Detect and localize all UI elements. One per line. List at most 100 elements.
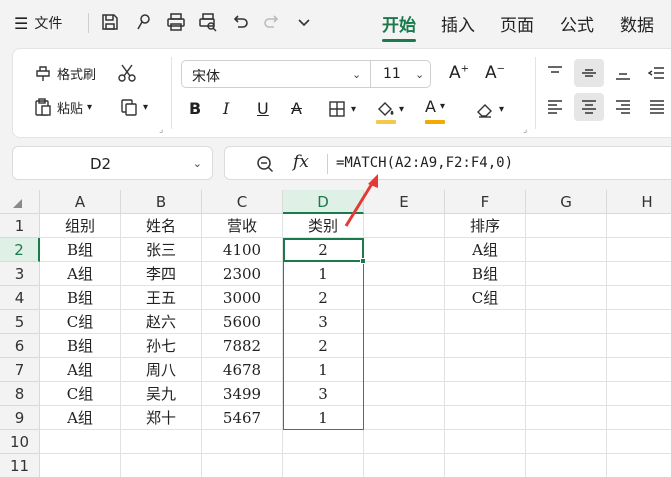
cell-h10[interactable] xyxy=(607,430,671,454)
cell-g5[interactable] xyxy=(526,310,607,334)
file-menu-button[interactable]: ☰ 文件 xyxy=(14,12,62,34)
row-header-9[interactable]: 9 xyxy=(0,406,40,430)
cell-b1[interactable]: 姓名 xyxy=(121,214,202,238)
cell-a1[interactable]: 组别 xyxy=(40,214,121,238)
cell-a9[interactable]: A组 xyxy=(40,406,121,430)
cell-d9[interactable]: 1 xyxy=(283,406,364,430)
font-color-button[interactable]: A ▾ xyxy=(425,97,445,116)
chevron-down-icon[interactable]: ⌄ xyxy=(193,157,202,170)
col-header-b[interactable]: B xyxy=(121,190,202,214)
cell-g8[interactable] xyxy=(526,382,607,406)
cell-f11[interactable] xyxy=(445,454,526,477)
tab-home[interactable]: 开始 xyxy=(382,11,416,36)
cell-f10[interactable] xyxy=(445,430,526,454)
align-right-button[interactable] xyxy=(613,97,633,117)
cell-e10[interactable] xyxy=(364,430,445,454)
cell-f4[interactable]: C组 xyxy=(445,286,526,310)
cell-f8[interactable] xyxy=(445,382,526,406)
cell-h11[interactable] xyxy=(607,454,671,477)
tab-data[interactable]: 数据 xyxy=(620,11,654,36)
indent-button[interactable] xyxy=(647,63,667,83)
cell-a7[interactable]: A组 xyxy=(40,358,121,382)
chevron-down-icon[interactable]: ⌄ xyxy=(415,68,424,81)
fill-color-button[interactable]: ▾ xyxy=(375,99,404,119)
cell-d11[interactable] xyxy=(283,454,364,477)
cell-h6[interactable] xyxy=(607,334,671,358)
row-header-5[interactable]: 5 xyxy=(0,310,40,334)
cell-h7[interactable] xyxy=(607,358,671,382)
cell-a4[interactable]: B组 xyxy=(40,286,121,310)
chevron-down-icon[interactable] xyxy=(294,12,314,32)
row-header-3[interactable]: 3 xyxy=(0,262,40,286)
formula-input[interactable]: =MATCH(A2:A9,F2:F4,0) xyxy=(336,155,513,171)
cell-h4[interactable] xyxy=(607,286,671,310)
col-header-a[interactable]: A xyxy=(40,190,121,214)
col-header-c[interactable]: C xyxy=(202,190,283,214)
cell-a5[interactable]: C组 xyxy=(40,310,121,334)
cell-f6[interactable] xyxy=(445,334,526,358)
cell-b11[interactable] xyxy=(121,454,202,477)
chevron-down-icon[interactable]: ⌄ xyxy=(352,68,361,81)
cell-c5[interactable]: 5600 xyxy=(202,310,283,334)
select-all-corner[interactable] xyxy=(0,190,40,214)
cell-b2[interactable]: 张三 xyxy=(121,238,202,262)
row-header-4[interactable]: 4 xyxy=(0,286,40,310)
align-bottom-button[interactable] xyxy=(613,63,633,83)
col-header-f[interactable]: F xyxy=(445,190,526,214)
cell-h3[interactable] xyxy=(607,262,671,286)
cell-g3[interactable] xyxy=(526,262,607,286)
row-header-2[interactable]: 2 xyxy=(0,238,40,262)
cell-a11[interactable] xyxy=(40,454,121,477)
cell-g10[interactable] xyxy=(526,430,607,454)
cell-e7[interactable] xyxy=(364,358,445,382)
cell-b3[interactable]: 李四 xyxy=(121,262,202,286)
tab-formula[interactable]: 公式 xyxy=(560,11,594,36)
justify-button[interactable] xyxy=(647,97,667,117)
font-selector[interactable]: 宋体 ⌄ 11 ⌄ xyxy=(181,60,431,88)
row-header-11[interactable]: 11 xyxy=(0,454,40,477)
cell-c7[interactable]: 4678 xyxy=(202,358,283,382)
cell-b8[interactable]: 吴九 xyxy=(121,382,202,406)
cell-g2[interactable] xyxy=(526,238,607,262)
cut-button[interactable] xyxy=(117,63,137,83)
format-painter-button[interactable]: 格式刷 xyxy=(33,63,96,83)
align-top-button[interactable] xyxy=(545,63,565,83)
print-icon[interactable] xyxy=(166,12,186,32)
cell-c8[interactable]: 3499 xyxy=(202,382,283,406)
col-header-g[interactable]: G xyxy=(526,190,607,214)
cell-c4[interactable]: 3000 xyxy=(202,286,283,310)
tab-page[interactable]: 页面 xyxy=(500,11,534,36)
cell-h5[interactable] xyxy=(607,310,671,334)
cell-e8[interactable] xyxy=(364,382,445,406)
cell-d3[interactable]: 1 xyxy=(283,262,364,286)
paste-button[interactable]: 粘贴 ▾ xyxy=(33,97,92,117)
bold-button[interactable]: B xyxy=(189,99,201,118)
cell-f9[interactable] xyxy=(445,406,526,430)
cell-g7[interactable] xyxy=(526,358,607,382)
sheet-grid[interactable]: A B C D E F G H 1 组别 姓名 营收 类别 排序 2 B组 张三 4100 2 A组 3 A组 李四 2300… xyxy=(0,190,671,477)
cell-f5[interactable] xyxy=(445,310,526,334)
cell-c10[interactable] xyxy=(202,430,283,454)
cell-c2[interactable]: 4100 xyxy=(202,238,283,262)
print-preview-icon[interactable] xyxy=(198,12,218,32)
font-launcher-icon[interactable]: ⌟ xyxy=(523,125,527,135)
align-left-button[interactable] xyxy=(545,97,565,117)
cell-f1[interactable]: 排序 xyxy=(445,214,526,238)
undo-icon[interactable] xyxy=(230,12,250,32)
cell-d7[interactable]: 1 xyxy=(283,358,364,382)
italic-button[interactable]: I xyxy=(223,99,229,118)
row-header-10[interactable]: 10 xyxy=(0,430,40,454)
cell-f7[interactable] xyxy=(445,358,526,382)
borders-button[interactable]: ▾ xyxy=(327,99,356,119)
cell-d5[interactable]: 3 xyxy=(283,310,364,334)
row-header-6[interactable]: 6 xyxy=(0,334,40,358)
format-brush-icon[interactable] xyxy=(134,12,154,32)
underline-button[interactable]: U xyxy=(257,99,269,118)
cell-c1[interactable]: 营收 xyxy=(202,214,283,238)
cell-f2[interactable]: A组 xyxy=(445,238,526,262)
align-center-button[interactable] xyxy=(579,97,599,117)
save-icon[interactable] xyxy=(100,12,120,32)
decrease-font-button[interactable]: A− xyxy=(485,63,505,83)
row-header-1[interactable]: 1 xyxy=(0,214,40,238)
cell-g9[interactable] xyxy=(526,406,607,430)
